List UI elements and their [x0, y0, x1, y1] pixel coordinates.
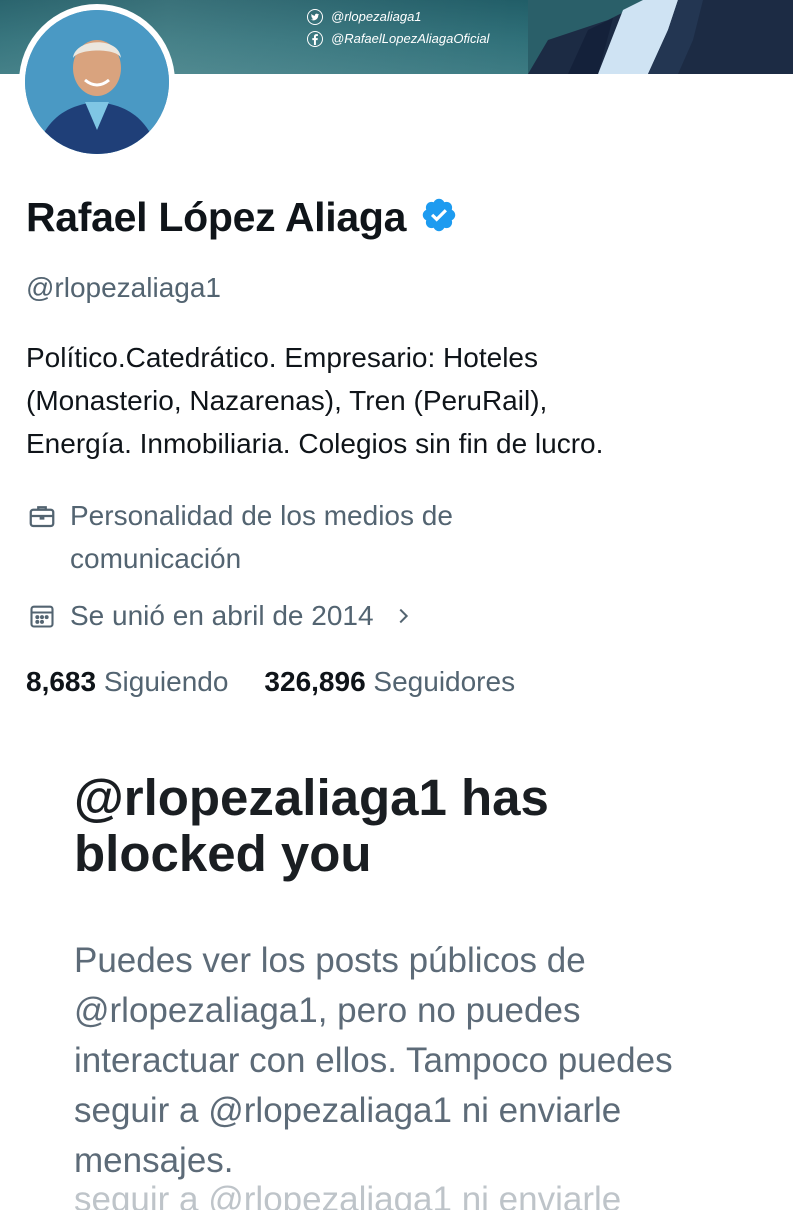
blocked-message: Puedes ver los posts públicos de @rlopez…	[74, 936, 774, 1186]
banner-social-handles: @rlopezaliaga1 @RafaelLopezAliagaOficial	[307, 6, 489, 50]
blocked-message-line: interactuar con ellos. Tampoco puedes	[74, 1041, 673, 1080]
followers-count: 326,896	[264, 666, 366, 697]
category-line: Personalidad de los medios de	[70, 500, 453, 531]
chevron-right-icon[interactable]	[392, 594, 414, 637]
blocked-title-line: @rlopezaliaga1 has	[74, 769, 549, 826]
followers-link[interactable]: 326,896 Seguidores	[264, 666, 515, 698]
followers-label: Seguidores	[373, 666, 516, 697]
profile-joined[interactable]: Se unió en abril de 2014	[26, 594, 414, 637]
avatar-photo	[25, 10, 169, 154]
profile-avatar[interactable]	[19, 4, 175, 160]
following-count: 8,683	[26, 666, 97, 697]
banner-portrait	[528, 0, 793, 74]
blocked-message-line: @rlopezaliaga1, pero no puedes	[74, 991, 581, 1030]
bio-line: (Monasterio, Nazarenas), Tren (PeruRail)…	[26, 385, 548, 416]
blocked-title-line: blocked you	[74, 825, 372, 882]
profile-category: Personalidad de los medios de comunicaci…	[26, 494, 453, 580]
banner-facebook-handle: @RafaelLopezAliagaOficial	[331, 31, 490, 46]
cut-off-text: seguir a @rlopezaliaga1 ni enviarle	[74, 1180, 622, 1210]
briefcase-icon	[26, 494, 58, 537]
twitter-icon	[307, 9, 323, 25]
following-label: Siguiendo	[103, 666, 229, 697]
profile-bio: Político.Catedrático. Empresario: Hotele…	[26, 336, 766, 465]
profile-name: Rafael López Aliaga	[26, 194, 407, 240]
calendar-icon	[26, 594, 58, 637]
joined-date: Se unió en abril de 2014	[70, 600, 374, 631]
blocked-message-line: mensajes.	[74, 1141, 234, 1180]
blocked-title: @rlopezaliaga1 has blocked you	[74, 770, 774, 882]
bio-line: Político.Catedrático. Empresario: Hotele…	[26, 342, 538, 373]
profile-handle: @rlopezaliaga1	[26, 272, 221, 303]
category-line: comunicación	[70, 543, 242, 574]
banner-twitter-handle: @rlopezaliaga1	[331, 9, 422, 24]
follow-stats: 8,683 Siguiendo 326,896 Seguidores	[26, 666, 515, 698]
verified-badge-icon	[420, 196, 458, 239]
facebook-icon	[307, 31, 323, 47]
blocked-message-line: Puedes ver los posts públicos de	[74, 941, 586, 980]
blocked-message-line: seguir a @rlopezaliaga1 ni enviarle	[74, 1091, 622, 1130]
bio-line: Energía. Inmobiliaria. Colegios sin fin …	[26, 428, 604, 459]
following-link[interactable]: 8,683 Siguiendo	[26, 666, 228, 698]
